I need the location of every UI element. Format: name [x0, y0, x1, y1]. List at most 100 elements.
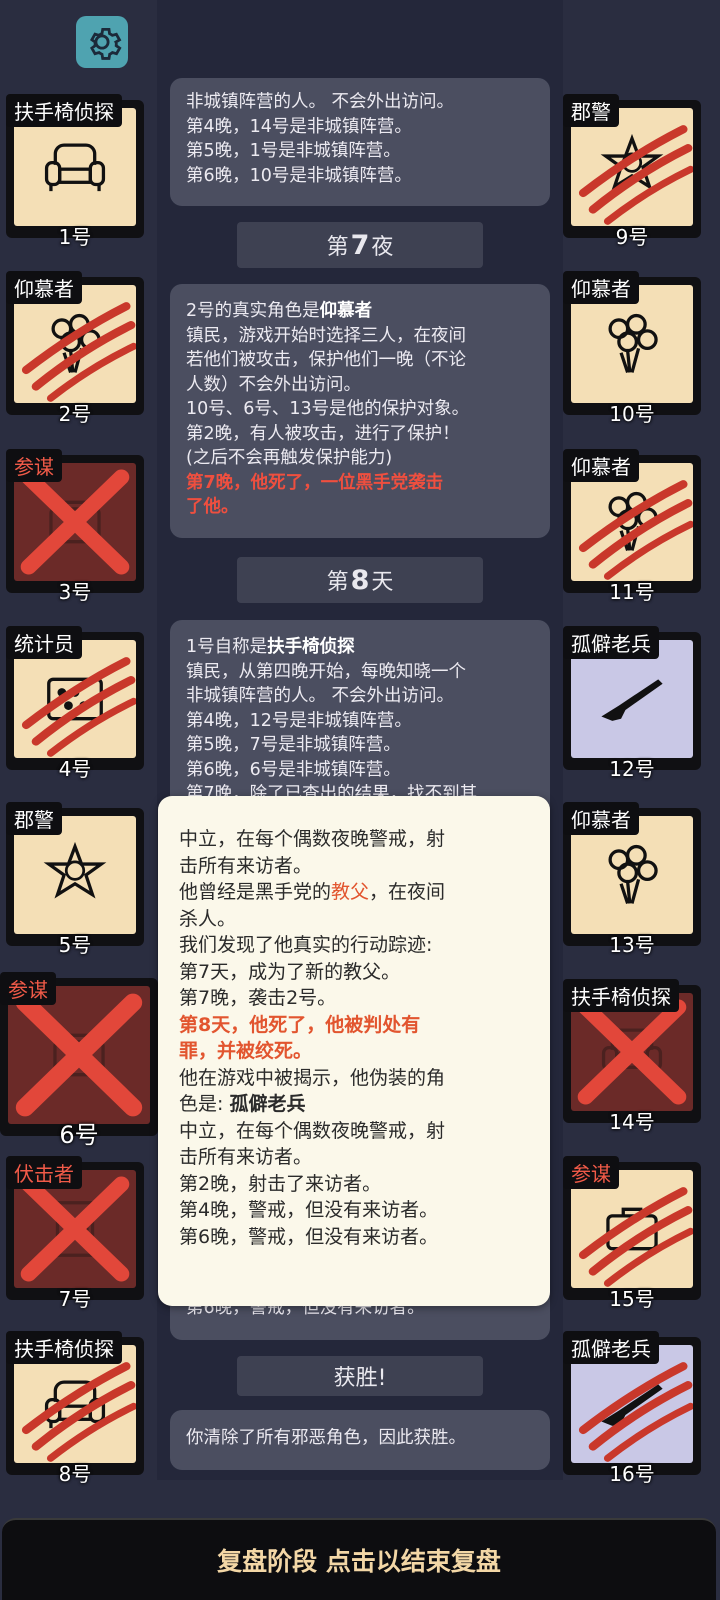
player-number: 2号 — [58, 402, 92, 426]
popup-line: 他曾经是黑手党的教父，在夜间 — [179, 881, 446, 903]
log-line: 第6晚，10号是非城镇阵营。 — [186, 165, 412, 186]
log-line: 第5晚，7号是非城镇阵营。 — [186, 735, 401, 755]
log-line: 第5晚，1号是非城镇阵营。 — [186, 141, 401, 161]
player-role-label: 孤僻老兵 — [563, 626, 659, 659]
player-number: 6号 — [59, 1121, 99, 1149]
popup-line: 中立，在每个偶数夜晚警戒，射 — [179, 828, 446, 850]
popup-line: 杀人。 — [179, 907, 237, 930]
log-line: 若他们被攻击，保护他们一晚（不论 — [186, 350, 466, 370]
sheriff-badge-icon — [43, 841, 107, 899]
player-number: 7号 — [58, 1287, 92, 1311]
popup-line: 第7晚，袭击2号。 — [179, 987, 337, 1009]
end-review-button[interactable]: 复盘阶段 点击以结束复盘 — [2, 1518, 716, 1600]
player-role-label: 郡警 — [563, 94, 619, 127]
player-tile[interactable]: 仰慕者 11号 — [563, 449, 701, 604]
log-line: 非城镇阵营的人。 不会外出访问。 — [186, 686, 455, 706]
log-card-victory: 你清除了所有邪恶角色，因此获胜。 — [170, 1410, 550, 1470]
player-role-label: 仰慕者 — [563, 802, 639, 835]
player-tile[interactable]: 扶手椅侦探 14号 — [563, 979, 701, 1134]
bouquet-icon — [608, 313, 658, 373]
settings-button[interactable] — [76, 16, 128, 68]
player-number: 13号 — [609, 933, 655, 957]
player-role-label: 伏击者 — [6, 1156, 82, 1189]
player-tile[interactable]: 伏击者 7号 — [6, 1156, 144, 1311]
player-role-label: 统计员 — [6, 626, 82, 659]
player-role-label: 参谋 — [0, 972, 56, 1005]
popup-line: 第6晚，警戒，但没有来访者。 — [179, 1225, 439, 1248]
player-tile[interactable]: 扶手椅侦探 1号 — [6, 94, 144, 249]
player-number: 15号 — [609, 1287, 655, 1311]
player-role-label: 参谋 — [6, 449, 62, 482]
player-tile[interactable]: 参谋 6号 — [0, 972, 158, 1149]
popup-line: 第2晚，射击了来访者。 — [179, 1172, 382, 1195]
phase-header-victory: 获胜! — [237, 1356, 483, 1396]
log-line: 非城镇阵营的人。 不会外出访问。 — [186, 92, 455, 112]
player-detail-popup[interactable]: 中立，在每个偶数夜晚警戒，射 击所有来访者。 他曾经是黑手党的教父，在夜间 杀人… — [158, 796, 550, 1306]
player-tile[interactable]: 孤僻老兵 16号 — [563, 1331, 701, 1486]
log-line: 第4晚，14号是非城镇阵营。 — [186, 116, 412, 137]
log-line: 镇民，从第四晚开始，每晚知晓一个 — [186, 661, 466, 682]
log-card-player2: 2号的真实角色是仰慕者 镇民，游戏开始时选择三人，在夜间 若他们被攻击，保护他们… — [170, 284, 550, 538]
popup-line: 击所有来访者。 — [179, 854, 313, 877]
popup-death-line: 第8天，他死了，他被判处有 — [179, 1013, 421, 1036]
eliminated-cross-icon — [15, 993, 143, 1117]
gear-icon — [90, 28, 122, 60]
player-tile[interactable]: 参谋 3号 — [6, 449, 144, 604]
log-line: 镇民，游戏开始时选择三人，在夜间 — [186, 325, 466, 346]
player-number: 3号 — [58, 580, 92, 604]
log-line: 第2晚，有人被攻击，进行了保护！ — [186, 423, 460, 444]
rifle-icon — [601, 679, 663, 721]
player-role-label: 扶手椅侦探 — [6, 94, 122, 127]
log-death-line: 第7晚，他死了，一位黑手党袭击 — [186, 472, 444, 493]
player-number: 8号 — [58, 1462, 92, 1486]
player-number: 1号 — [58, 225, 92, 249]
popup-line: 我们发现了他真实的行动踪迹: — [179, 934, 433, 956]
player-role-label: 郡警 — [6, 802, 62, 835]
log-line: 10号、6号、13号是他的保护对象。 — [186, 399, 470, 419]
end-review-label: 复盘阶段 点击以结束复盘 — [217, 1547, 501, 1576]
popup-line: 第7天，成为了新的教父。 — [179, 960, 401, 983]
log-headline: 2号的真实角色是仰慕者 — [186, 301, 373, 321]
player-number: 10号 — [609, 402, 655, 426]
player-role-label: 扶手椅侦探 — [563, 979, 679, 1012]
player-portrait — [8, 986, 150, 1124]
log-line: 第6晚，6号是非城镇阵营。 — [186, 759, 401, 780]
player-number: 12号 — [609, 757, 655, 781]
player-tile[interactable]: 统计员 4号 — [6, 626, 144, 781]
phase-header-day8: 第8天 — [237, 557, 483, 603]
player-number: 16号 — [609, 1462, 655, 1486]
log-line: 人数）不会外出访问。 — [186, 374, 361, 395]
player-tile[interactable]: 仰慕者 10号 — [563, 271, 701, 426]
player-role-label: 仰慕者 — [563, 271, 639, 304]
popup-line: 第4晚，警戒，但没有来访者。 — [179, 1199, 439, 1221]
player-tile[interactable]: 仰慕者 2号 — [6, 271, 144, 426]
popup-line: 色是: 孤僻老兵 — [179, 1093, 306, 1115]
log-card-top: 非城镇阵营的人。 不会外出访问。 第4晚，14号是非城镇阵营。 第5晚，1号是非… — [170, 78, 550, 206]
player-number: 4号 — [58, 757, 92, 781]
player-number: 11号 — [609, 580, 655, 604]
player-tile[interactable]: 参谋 15号 — [563, 1156, 701, 1311]
player-role-label: 参谋 — [563, 1156, 619, 1189]
player-tile[interactable]: 郡警 9号 — [563, 94, 701, 249]
role-highlight: 教父 — [331, 881, 370, 903]
log-headline: 1号自称是扶手椅侦探 — [186, 637, 355, 657]
phase-header-night7: 第7夜 — [237, 222, 483, 268]
victory-text: 你清除了所有邪恶角色，因此获胜。 — [186, 1428, 466, 1448]
armchair-icon — [44, 143, 106, 192]
log-death-line: 了他。 — [186, 497, 239, 517]
log-line: 第4晚，12号是非城镇阵营。 — [186, 710, 412, 731]
popup-death-line: 罪，并被绞死。 — [179, 1040, 313, 1062]
player-tile[interactable]: 仰慕者 13号 — [563, 802, 701, 957]
popup-line: 击所有来访者。 — [179, 1146, 313, 1168]
popup-line: 中立，在每个偶数夜晚警戒，射 — [179, 1119, 446, 1142]
player-role-label: 仰慕者 — [563, 449, 639, 482]
player-number: 9号 — [615, 225, 649, 249]
player-number: 14号 — [609, 1110, 655, 1134]
player-role-label: 扶手椅侦探 — [6, 1331, 122, 1364]
bouquet-icon — [608, 844, 658, 904]
player-tile[interactable]: 郡警 5号 — [6, 802, 144, 957]
player-tile[interactable]: 扶手椅侦探 8号 — [6, 1331, 144, 1486]
player-tile[interactable]: 孤僻老兵 12号 — [563, 626, 701, 781]
player-role-label: 孤僻老兵 — [563, 1331, 659, 1364]
log-line: (之后不会再触发保护能力) — [186, 448, 393, 468]
